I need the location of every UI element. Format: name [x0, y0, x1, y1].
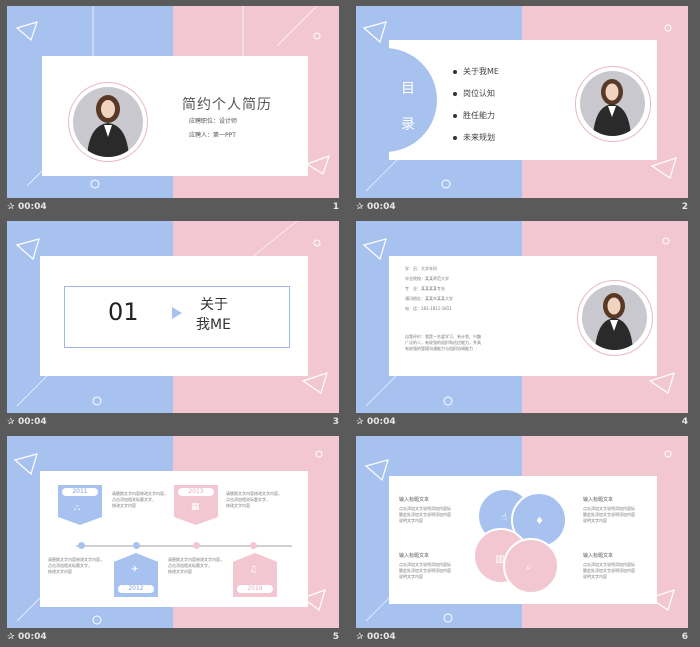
transition-icon: ✰ — [356, 417, 364, 427]
text-block: 输入标题文本 点击添加文字说明添加内容标 题此处添加文字说明添加内容 说明文字内… — [399, 497, 451, 523]
slide-canvas: 目 录 关于我ME 岗位认知 胜任能力 未来规划 — [356, 6, 688, 198]
timeline-dot — [250, 542, 257, 549]
slide-time: 00:04 — [18, 632, 47, 642]
arrow-icon — [172, 307, 182, 319]
year-label: 2012 — [118, 585, 154, 593]
content-card: 01 关于 我ME — [40, 256, 308, 376]
text-block: 输入标题文本 点击添加文字说明添加内容标 题此处添加文字说明添加内容 说明文字内… — [399, 553, 451, 579]
timeline-dot — [133, 542, 140, 549]
toc-badge — [369, 48, 437, 152]
info-row: 电 话：181-1811-1811 — [405, 306, 452, 311]
team-icon: ⛬ — [74, 503, 81, 513]
circle-diagram: ☝ ♦ ▥ ⌕ — [473, 488, 567, 594]
timeline-dot — [78, 542, 85, 549]
building-icon: ▦ — [191, 502, 200, 512]
toc-item[interactable]: 关于我ME — [453, 66, 499, 88]
slide-footer: ✰ 00:04 6 — [356, 629, 688, 647]
svg-text:⌕: ⌕ — [526, 562, 532, 573]
slide-number: 2 — [681, 202, 688, 212]
slide-footer: ✰ 00:04 3 — [7, 414, 339, 432]
rocket-icon: ✈ — [131, 565, 139, 575]
slide-thumbnail-3[interactable]: 01 关于 我ME ✰ 00:04 3 — [7, 221, 339, 432]
self-evaluation: 自我评价：我是一名爱学习、有计划、兴趣 广泛的人，有较强的组织和适应能力，并具 … — [405, 334, 481, 351]
slide-thumbnail-5[interactable]: 2011 ⛬ 2013 ▦ 2012 ✈ 2019 ♫ 请替换文字内容修改文字内… — [7, 436, 339, 647]
slide-thumbnail-1[interactable]: 简约个人简历 应聘职位：设计师 应聘人：第一PPT ✰ 00:04 1 — [7, 6, 339, 217]
slide-footer: ✰ 00:04 1 — [7, 199, 339, 217]
position-text: 应聘职位：设计师 — [189, 118, 238, 125]
info-list: 学 历：大学本科 毕业院校：某某师范大学 专 业：某某某某专业 通讯地址：某某市… — [405, 266, 453, 316]
transition-icon: ✰ — [7, 417, 15, 427]
toc-item[interactable]: 胜任能力 — [453, 110, 499, 132]
year-label: 2019 — [237, 585, 273, 593]
slide-thumbnail-6[interactable]: ☝ ♦ ▥ ⌕ 输入标题文本 点击添加文字说明添加内容标 题此处添加文字说明添加… — [356, 436, 688, 647]
year-label: 2013 — [178, 488, 214, 496]
slide-time: 00:04 — [18, 202, 47, 212]
transition-icon: ✰ — [7, 202, 15, 212]
slide-canvas: 简约个人简历 应聘职位：设计师 应聘人：第一PPT — [7, 6, 339, 198]
section-heading-1: 关于 — [200, 297, 228, 313]
timeline-line — [76, 545, 292, 547]
twitter-icon: ♫ — [249, 565, 258, 575]
resume-title: 简约个人简历 — [182, 97, 272, 113]
transition-icon: ✰ — [356, 202, 364, 212]
text-block: 输入标题文本 点击添加文字说明添加内容标 题此处添加文字说明添加内容 说明文字内… — [583, 553, 635, 579]
slide-number: 1 — [332, 202, 339, 212]
info-row: 毕业院校：某某师范大学 — [405, 276, 449, 281]
slide-time: 00:04 — [367, 202, 396, 212]
slide-number: 3 — [332, 417, 339, 427]
slide-time: 00:04 — [18, 417, 47, 427]
content-card: ☝ ♦ ▥ ⌕ 输入标题文本 点击添加文字说明添加内容标 题此处添加文字说明添加… — [389, 476, 657, 604]
slide-canvas: 01 关于 我ME — [7, 221, 339, 413]
slide-thumbnail-2[interactable]: 目 录 关于我ME 岗位认知 胜任能力 未来规划 ✰ 00:04 2 — [356, 6, 688, 217]
toc-list: 关于我ME 岗位认知 胜任能力 未来规划 — [453, 66, 499, 154]
desc-block: 请替换文字内容修改文字内容， 点击添加相关标题文字， 修改文字内容 — [48, 557, 104, 574]
timeline-card: 2011 ⛬ 2013 ▦ 2012 ✈ 2019 ♫ 请替换文字内容修改文字内… — [40, 471, 308, 607]
year-label: 2011 — [62, 488, 98, 496]
slide-time: 00:04 — [367, 417, 396, 427]
svg-text:☝: ☝ — [501, 512, 507, 523]
slide-canvas: ☝ ♦ ▥ ⌕ 输入标题文本 点击添加文字说明添加内容标 题此处添加文字说明添加… — [356, 436, 688, 628]
slide-canvas: 学 历：大学本科 毕业院校：某某师范大学 专 业：某某某某专业 通讯地址：某某市… — [356, 221, 688, 413]
transition-icon: ✰ — [356, 632, 364, 642]
transition-icon: ✰ — [7, 632, 15, 642]
desc-block: 请替换文字内容修改文字内容， 点击添加相关标题文字， 修改文字内容 — [226, 491, 282, 508]
applicant-text: 应聘人：第一PPT — [189, 132, 236, 139]
slide-canvas: 2011 ⛬ 2013 ▦ 2012 ✈ 2019 ♫ 请替换文字内容修改文字内… — [7, 436, 339, 628]
slide-number: 6 — [681, 632, 688, 642]
svg-text:♦: ♦ — [535, 516, 544, 527]
text-block: 输入标题文本 点击添加文字说明添加内容标 题此处添加文字说明添加内容 说明文字内… — [583, 497, 635, 523]
avatar — [73, 87, 143, 157]
content-card: 目 录 关于我ME 岗位认知 胜任能力 未来规划 — [369, 40, 657, 160]
desc-block: 请替换文字内容修改文字内容， 点击添加相关标题文字， 修改文字内容 — [112, 491, 168, 508]
info-row: 学 历：大学本科 — [405, 266, 437, 271]
slide-number: 4 — [681, 417, 688, 427]
slide-footer: ✰ 00:04 2 — [356, 199, 688, 217]
slide-thumbnail-4[interactable]: 学 历：大学本科 毕业院校：某某师范大学 专 业：某某某某专业 通讯地址：某某市… — [356, 221, 688, 432]
section-number: 01 — [108, 298, 139, 326]
toc-char-2: 录 — [401, 117, 415, 133]
avatar — [580, 71, 645, 136]
info-row: 专 业：某某某某专业 — [405, 286, 445, 291]
info-row: 通讯地址：某某市某某大学 — [405, 296, 453, 301]
slide-number: 5 — [332, 632, 339, 642]
slide-time: 00:04 — [367, 632, 396, 642]
toc-char-1: 目 — [401, 81, 415, 97]
content-card: 学 历：大学本科 毕业院校：某某师范大学 专 业：某某某某专业 通讯地址：某某市… — [389, 256, 657, 376]
toc-item[interactable]: 未来规划 — [453, 132, 499, 154]
desc-block: 请替换文字内容修改文字内容， 点击添加相关标题文字， 修改文字内容 — [168, 557, 224, 574]
svg-text:▥: ▥ — [495, 554, 504, 565]
toc-item[interactable]: 岗位认知 — [453, 88, 499, 110]
slide-footer: ✰ 00:04 5 — [7, 629, 339, 647]
avatar — [582, 285, 647, 350]
section-heading-2: 我ME — [196, 317, 231, 333]
timeline-dot — [193, 542, 200, 549]
content-card: 简约个人简历 应聘职位：设计师 应聘人：第一PPT — [42, 56, 308, 176]
slide-footer: ✰ 00:04 4 — [356, 414, 688, 432]
